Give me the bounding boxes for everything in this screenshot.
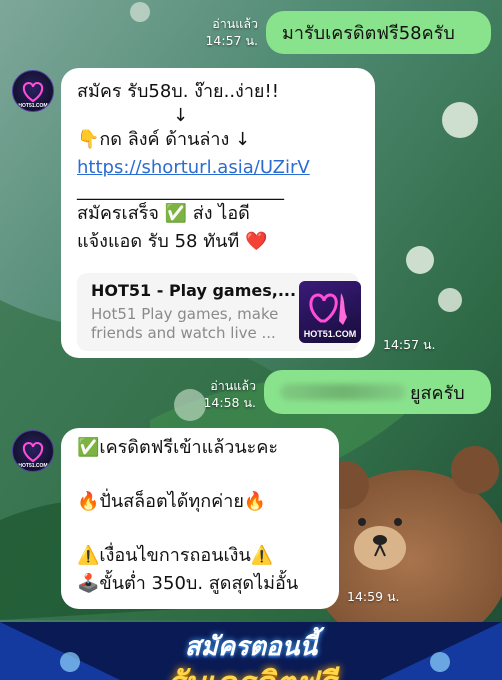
banner-subheadline: รับเครดิตฟรี [0, 658, 502, 680]
read-receipt: อ่านแล้ว 14:57 น. [205, 16, 258, 48]
message-line [77, 462, 323, 488]
redacted-text [280, 384, 406, 400]
sender-avatar[interactable]: HOT51.COM [12, 430, 54, 472]
message-line: สมัคร รับ58บ. ง๊าย..ง่าย!! [77, 81, 279, 102]
link-preview-thumbnail: HOT51.COM [299, 281, 361, 343]
read-receipt: อ่านแล้ว 14:58 น. [203, 378, 256, 410]
message-text: ยูสครับ [410, 382, 465, 404]
message-line: แจ้งแอด รับ 58 ทันที ❤️ [77, 231, 268, 252]
message-line: ↓ [173, 105, 189, 126]
hot51-logo-icon: HOT51.COM [18, 441, 48, 469]
message-line: 👇กด ลิงค์ ด้านล่าง ↓ [77, 129, 251, 150]
hot51-logo-icon: HOT51.COM [18, 81, 48, 109]
message-line [77, 516, 323, 542]
outgoing-message[interactable]: ยูสครับ [264, 370, 491, 414]
incoming-message[interactable]: ✅เครดิตฟรีเข้าแล้วนะคะ 🔥ปั่นสล็อตได้ทุกค… [61, 428, 339, 609]
link-preview-title: HOT51 - Play games,... [91, 281, 297, 300]
message-line: ⚠️เงื่อนไขการถอนเงิน⚠️ [77, 545, 274, 566]
link-preview-description: Hot51 Play games, make friends and watch… [91, 305, 279, 342]
message-time: 14:57 น. [383, 337, 436, 352]
sender-avatar[interactable]: HOT51.COM [12, 70, 54, 112]
promo-banner[interactable]: สมัครตอนนี้ รับเครดิตฟรี [0, 622, 502, 680]
link-preview-card[interactable]: HOT51 - Play games,... Hot51 Play games,… [77, 273, 361, 351]
svg-text:HOT51.COM: HOT51.COM [18, 103, 47, 109]
short-url-link[interactable]: https://shorturl.asia/UZirV [77, 154, 359, 182]
message-line: ✅เครดิตฟรีเข้าแล้วนะคะ [77, 437, 279, 458]
separator-line: _______________________ [77, 180, 284, 201]
outgoing-message[interactable]: มารับเครดิตฟรี58ครับ [266, 11, 491, 54]
message-time: 14:59 น. [347, 589, 400, 604]
message-line: สมัครเสร็จ ✅ ส่ง ไอดี [77, 203, 250, 224]
incoming-message[interactable]: สมัคร รับ58บ. ง๊าย..ง่าย!! ↓ 👇กด ลิงค์ ด… [61, 68, 375, 358]
svg-text:HOT51.COM: HOT51.COM [18, 463, 47, 469]
message-line: 🔥ปั่นสล็อตได้ทุกค่าย🔥 [77, 491, 267, 512]
message-text: มารับเครดิตฟรี58ครับ [282, 23, 455, 44]
message-line: 🕹️ขั้นต่ำ 350บ. สูดสุดไม่อั้น [77, 573, 299, 594]
